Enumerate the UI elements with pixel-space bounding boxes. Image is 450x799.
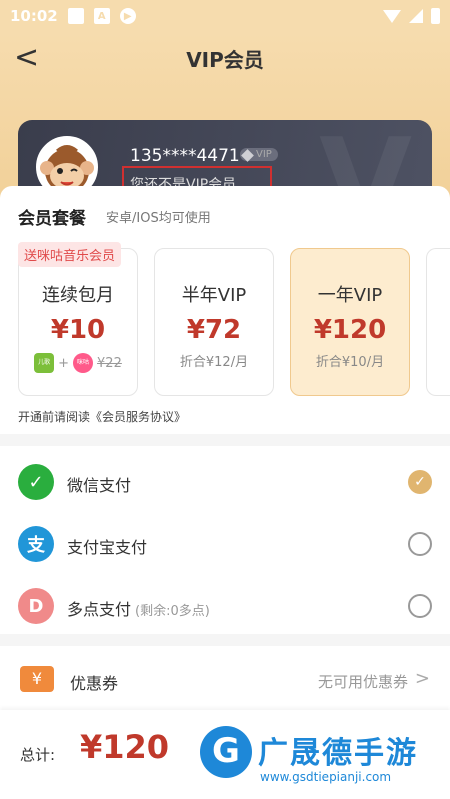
payment-row-duodian[interactable]: D 多点支付 (剩余:0多点): [0, 572, 450, 634]
payment-row-alipay[interactable]: 支 支付宝支付: [0, 510, 450, 572]
migu-music-icon: 咪咕: [73, 353, 94, 373]
plans-section: 会员套餐 安卓/IOS均可使用 连续包月 ¥10 儿歌 + 咪咕 ¥22 送咪咕…: [0, 186, 450, 434]
watermark-url: www.gsdtiepianji.com: [260, 770, 392, 784]
coupon-status: 无可用优惠券: [317, 673, 408, 691]
wechat-pay-icon: ✓: [18, 464, 54, 500]
radio-unselected-icon[interactable]: [408, 532, 432, 556]
plan-per-month: 折合¥10/月: [315, 355, 385, 370]
site-watermark: G 广晟德手游 www.gsdtiepianji.com: [200, 716, 450, 799]
plan-card-partial[interactable]: [426, 248, 450, 396]
notification-play-icon: ▶: [119, 8, 136, 24]
radio-selected-icon[interactable]: ✓: [408, 470, 432, 494]
battery-icon: [431, 8, 440, 24]
plan-price: ¥10: [50, 315, 106, 345]
payment-section: ✓ 微信支付 ✓ 支 支付宝支付 D 多点支付 (剩余:0多点): [0, 446, 450, 634]
plan-price: ¥120: [313, 315, 387, 345]
page-title: VIP会员: [186, 48, 264, 72]
plus-icon: +: [58, 355, 70, 371]
chevron-right-icon: >: [414, 668, 430, 689]
plan-card-half-year[interactable]: 半年VIP ¥72 折合¥12/月: [154, 248, 274, 396]
payment-label: 多点支付 (剩余:0多点): [67, 596, 210, 620]
plan-name: 一年VIP: [317, 285, 383, 306]
plan-name: 半年VIP: [181, 285, 247, 306]
status-time: 10:02: [10, 7, 58, 25]
signal-icon: [409, 9, 423, 23]
user-phone: 135****4471: [130, 146, 240, 166]
watermark-brand: 广晟德手游: [258, 736, 418, 771]
payment-label-text: 多点支付: [67, 600, 132, 619]
coupon-label: 优惠券: [70, 674, 119, 693]
watermark-logo-icon: G: [200, 726, 252, 778]
plan-card-monthly[interactable]: 连续包月 ¥10 儿歌 + 咪咕 ¥22: [18, 248, 138, 396]
coupon-icon: ¥: [20, 666, 54, 692]
coupon-row[interactable]: ¥ 优惠券 无可用优惠券 >: [0, 646, 450, 710]
alipay-icon: 支: [18, 526, 54, 562]
agreement-link[interactable]: 开通前请阅读《会员服务协议》: [18, 408, 186, 425]
plan-price: ¥72: [186, 315, 242, 345]
plans-subtitle: 安卓/IOS均可使用: [106, 211, 211, 226]
payment-balance-note: (剩余:0多点): [135, 604, 210, 619]
payment-label: 支付宝支付: [67, 538, 148, 557]
original-price: ¥22: [97, 355, 122, 371]
duodian-icon: D: [18, 588, 54, 624]
notification-square-icon: [67, 8, 84, 24]
plan-name: 连续包月: [42, 285, 114, 306]
plan-card-one-year[interactable]: 一年VIP ¥120 折合¥10/月: [290, 248, 410, 396]
plans-title: 会员套餐: [18, 209, 86, 229]
radio-unselected-icon[interactable]: [408, 594, 432, 618]
wifi-icon: [383, 9, 401, 23]
gift-row: 儿歌 + 咪咕 ¥22: [19, 353, 137, 373]
status-bar: 10:02 A ▶: [0, 0, 450, 32]
vip-badge: VIP: [240, 148, 278, 161]
plan-per-month: 折合¥12/月: [179, 355, 249, 370]
promo-tag: 送咪咕音乐会员: [18, 242, 122, 267]
total-label: 总计:: [20, 746, 56, 764]
notification-a-icon: A: [93, 8, 110, 24]
payment-label: 微信支付: [67, 476, 132, 495]
kids-app-icon: 儿歌: [34, 353, 55, 373]
payment-row-wechat[interactable]: ✓ 微信支付 ✓: [0, 448, 450, 510]
total-value: ¥120: [80, 728, 170, 766]
